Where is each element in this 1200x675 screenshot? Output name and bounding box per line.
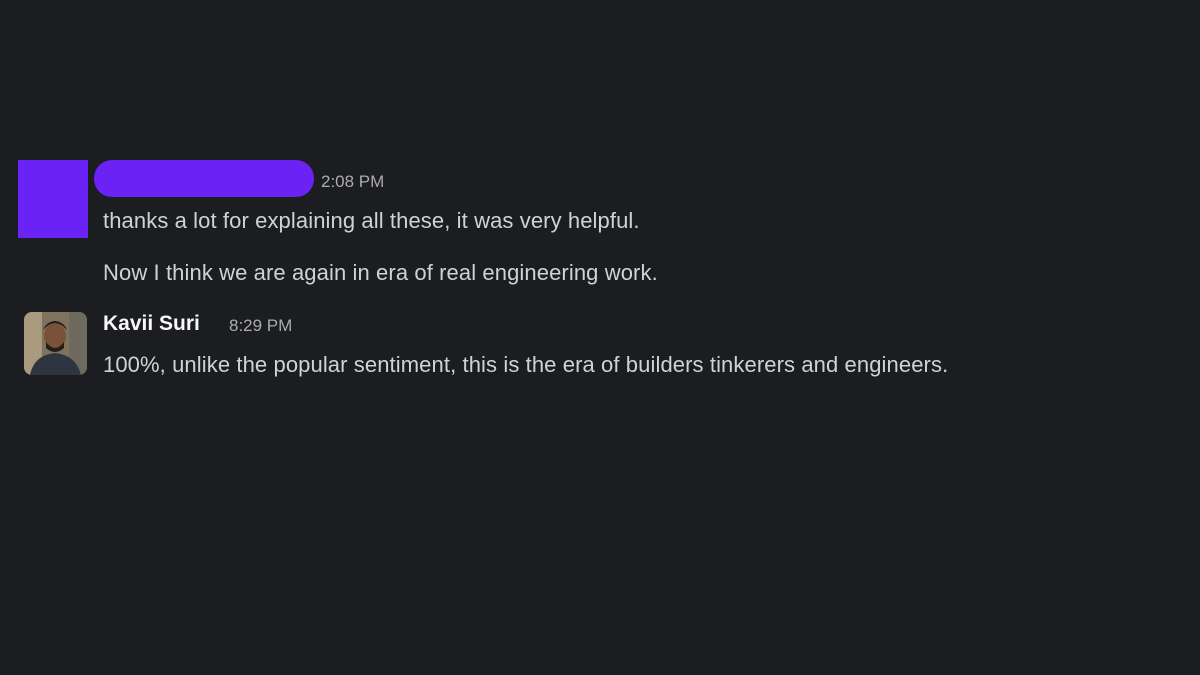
author-name[interactable]: Kavii Suri — [103, 312, 200, 336]
message-text: 100%, unlike the popular sentiment, this… — [103, 352, 949, 377]
avatar[interactable] — [24, 312, 87, 375]
message-text: Now I think we are again in era of real … — [103, 260, 658, 285]
message-text: thanks a lot for explaining all these, i… — [103, 208, 640, 233]
person-photo-icon — [24, 312, 87, 375]
message-timestamp[interactable]: 8:29 PM — [229, 316, 292, 336]
redacted-avatar[interactable] — [18, 160, 88, 238]
redacted-author-name[interactable] — [94, 160, 314, 197]
message-timestamp[interactable]: 2:08 PM — [321, 172, 384, 192]
message-list: 2:08 PM thanks a lot for explaining all … — [0, 0, 1200, 675]
